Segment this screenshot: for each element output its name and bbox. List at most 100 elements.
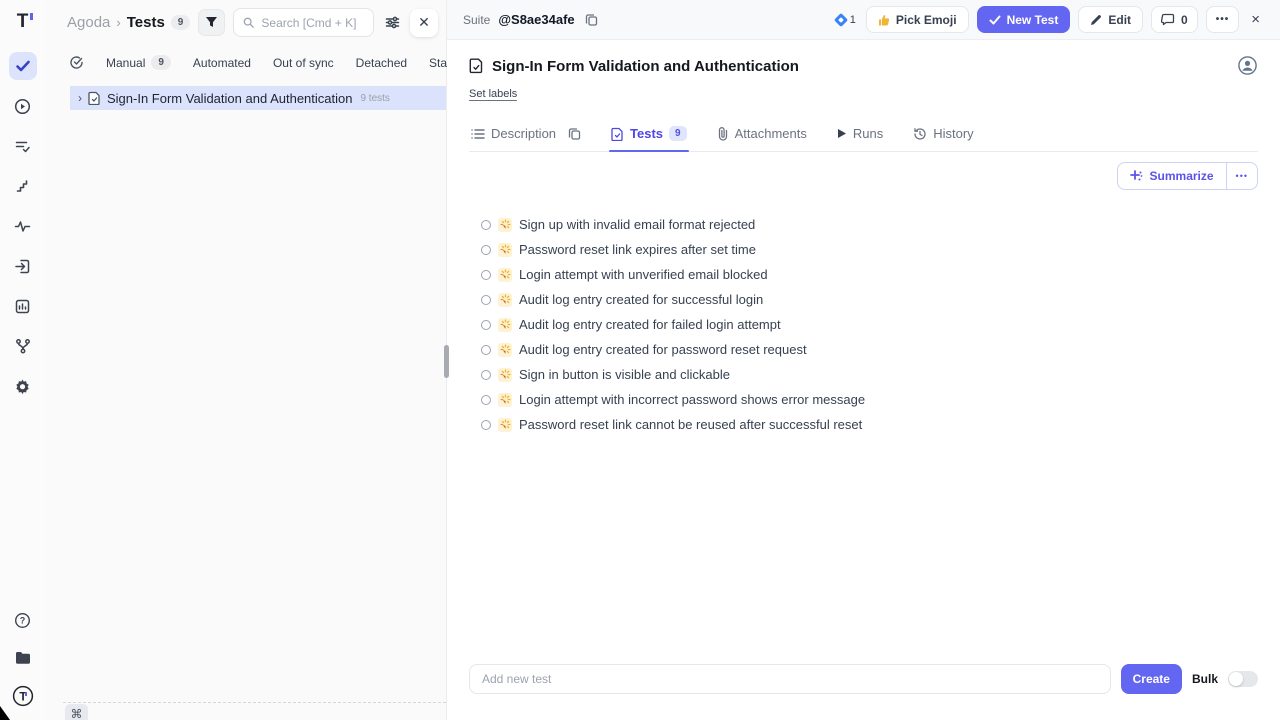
tests-nav-icon[interactable] [9,52,37,80]
breadcrumb-current[interactable]: Tests [127,14,165,31]
comments-button[interactable]: 0 [1151,6,1198,33]
manual-test-icon [498,268,512,282]
tab-description[interactable]: Description [469,118,583,151]
steps-nav-icon[interactable] [9,172,37,200]
add-test-input[interactable] [469,664,1111,694]
add-test-footer: Create Bulk [469,664,1258,694]
suite-file-icon [88,91,101,105]
edit-label: Edit [1108,13,1131,27]
filter-label: Automated [193,56,251,70]
pick-emoji-button[interactable]: Pick Emoji [866,6,969,33]
test-status-circle-icon[interactable] [481,370,491,380]
suite-detail-panel: Suite @S8ae34afe 1 Pick Emoji New Test [447,0,1280,720]
bulk-toggle[interactable] [1228,671,1258,687]
test-row[interactable]: Password reset link expires after set ti… [481,237,1258,262]
suite-content: Sign-In Form Validation and Authenticati… [447,40,1280,720]
assignee-avatar-icon[interactable] [1238,56,1258,76]
test-status-circle-icon[interactable] [481,220,491,230]
set-labels-link[interactable]: Set labels [469,88,517,101]
suite-id: @S8ae34afe [498,12,574,27]
test-status-circle-icon[interactable] [481,295,491,305]
close-panel-button[interactable]: ✕ [410,9,438,37]
tab-label: Tests [630,126,663,141]
tests-tab-count: 9 [669,126,687,141]
test-row[interactable]: Audit log entry created for password res… [481,337,1258,362]
more-label: ••• [1216,14,1230,25]
filter-label: Detached [356,56,407,70]
mouse-cursor [0,706,10,720]
suite-actions: 1 Pick Emoji New Test Edit 0 [836,6,1264,33]
pencil-icon [1090,14,1102,26]
reports-nav-icon[interactable] [9,292,37,320]
close-detail-button[interactable]: × [1247,11,1264,28]
filter-tab-detached[interactable]: Detached [356,56,407,70]
new-test-button[interactable]: New Test [977,6,1071,33]
detail-tabs: Description Tests 9 Attachments Runs [469,118,1258,152]
test-title: Audit log entry created for failed login… [519,317,781,332]
view-options-icon[interactable] [382,13,402,33]
panel-divider [63,702,446,703]
test-status-circle-icon[interactable] [481,245,491,255]
tests-tab-icon [611,127,624,141]
filter-tab-automated[interactable]: Automated [193,56,251,70]
summarize-more-button[interactable]: ••• [1226,163,1257,189]
more-actions-button[interactable]: ••• [1206,6,1240,33]
filter-button[interactable] [198,9,225,36]
summarize-split-button: Summarize ••• [1117,162,1258,190]
test-row[interactable]: Login attempt with unverified email bloc… [481,262,1258,287]
test-status-circle-icon[interactable] [481,420,491,430]
scrollbar-thumb[interactable] [444,345,449,378]
tab-history[interactable]: History [911,118,975,151]
create-test-button[interactable]: Create [1121,664,1182,694]
summarize-button[interactable]: Summarize [1118,163,1226,189]
checklist-nav-icon[interactable] [9,132,37,160]
thumbs-up-icon [878,14,890,26]
manual-test-icon [498,218,512,232]
check-icon [989,14,1001,26]
import-nav-icon[interactable] [9,252,37,280]
tests-count-badge: 9 [171,15,191,30]
test-title: Login attempt with incorrect password sh… [519,392,865,407]
breadcrumb-project[interactable]: Agoda [67,14,110,31]
test-row[interactable]: Password reset link cannot be reused aft… [481,412,1258,437]
activity-nav-icon[interactable] [9,212,37,240]
test-status-circle-icon[interactable] [481,345,491,355]
tests-tree-panel: Agoda › Tests 9 ✕ Manual9 Automated [45,0,447,720]
edit-button[interactable]: Edit [1078,6,1143,33]
help-icon[interactable]: ? [9,606,37,634]
filter-label: Out of sync [273,56,334,70]
test-status-circle-icon[interactable] [481,270,491,280]
issue-link-badge[interactable]: 1 [836,14,856,26]
tab-tests[interactable]: Tests 9 [609,118,689,151]
test-title: Password reset link cannot be reused aft… [519,417,862,432]
test-row[interactable]: Sign in button is visible and clickable [481,362,1258,387]
branches-nav-icon[interactable] [9,332,37,360]
copy-description-icon[interactable] [568,127,581,140]
settings-nav-icon[interactable] [9,372,37,400]
comment-bubble-icon [1161,13,1175,26]
tab-label: Description [491,126,556,141]
profile-logo-icon[interactable]: T [9,682,37,710]
test-row[interactable]: Sign up with invalid email format reject… [481,212,1258,237]
tab-attachments[interactable]: Attachments [715,118,809,151]
test-row[interactable]: Login attempt with incorrect password sh… [481,387,1258,412]
test-status-circle-icon[interactable] [481,395,491,405]
expand-chevron-icon[interactable]: › [78,91,82,105]
tab-runs[interactable]: Runs [835,118,885,151]
projects-folder-icon[interactable] [9,644,37,672]
app-logo-icon[interactable]: T [11,10,35,34]
test-status-circle-icon[interactable] [481,320,491,330]
runs-nav-icon[interactable] [9,92,37,120]
select-all-icon[interactable] [69,55,84,70]
search-input[interactable] [261,16,364,30]
filter-tab-manual[interactable]: Manual9 [106,55,171,70]
test-row[interactable]: Audit log entry created for failed login… [481,312,1258,337]
suite-tree-row[interactable]: › Sign-In Form Validation and Authentica… [70,86,446,110]
copy-suite-id-icon[interactable] [583,11,600,28]
left-panel-header: Agoda › Tests 9 ✕ [45,0,446,45]
manual-test-icon [498,393,512,407]
comments-count: 0 [1181,13,1188,27]
breadcrumb: Agoda › Tests 9 [67,14,190,31]
test-row[interactable]: Audit log entry created for successful l… [481,287,1258,312]
filter-tab-out-of-sync[interactable]: Out of sync [273,56,334,70]
